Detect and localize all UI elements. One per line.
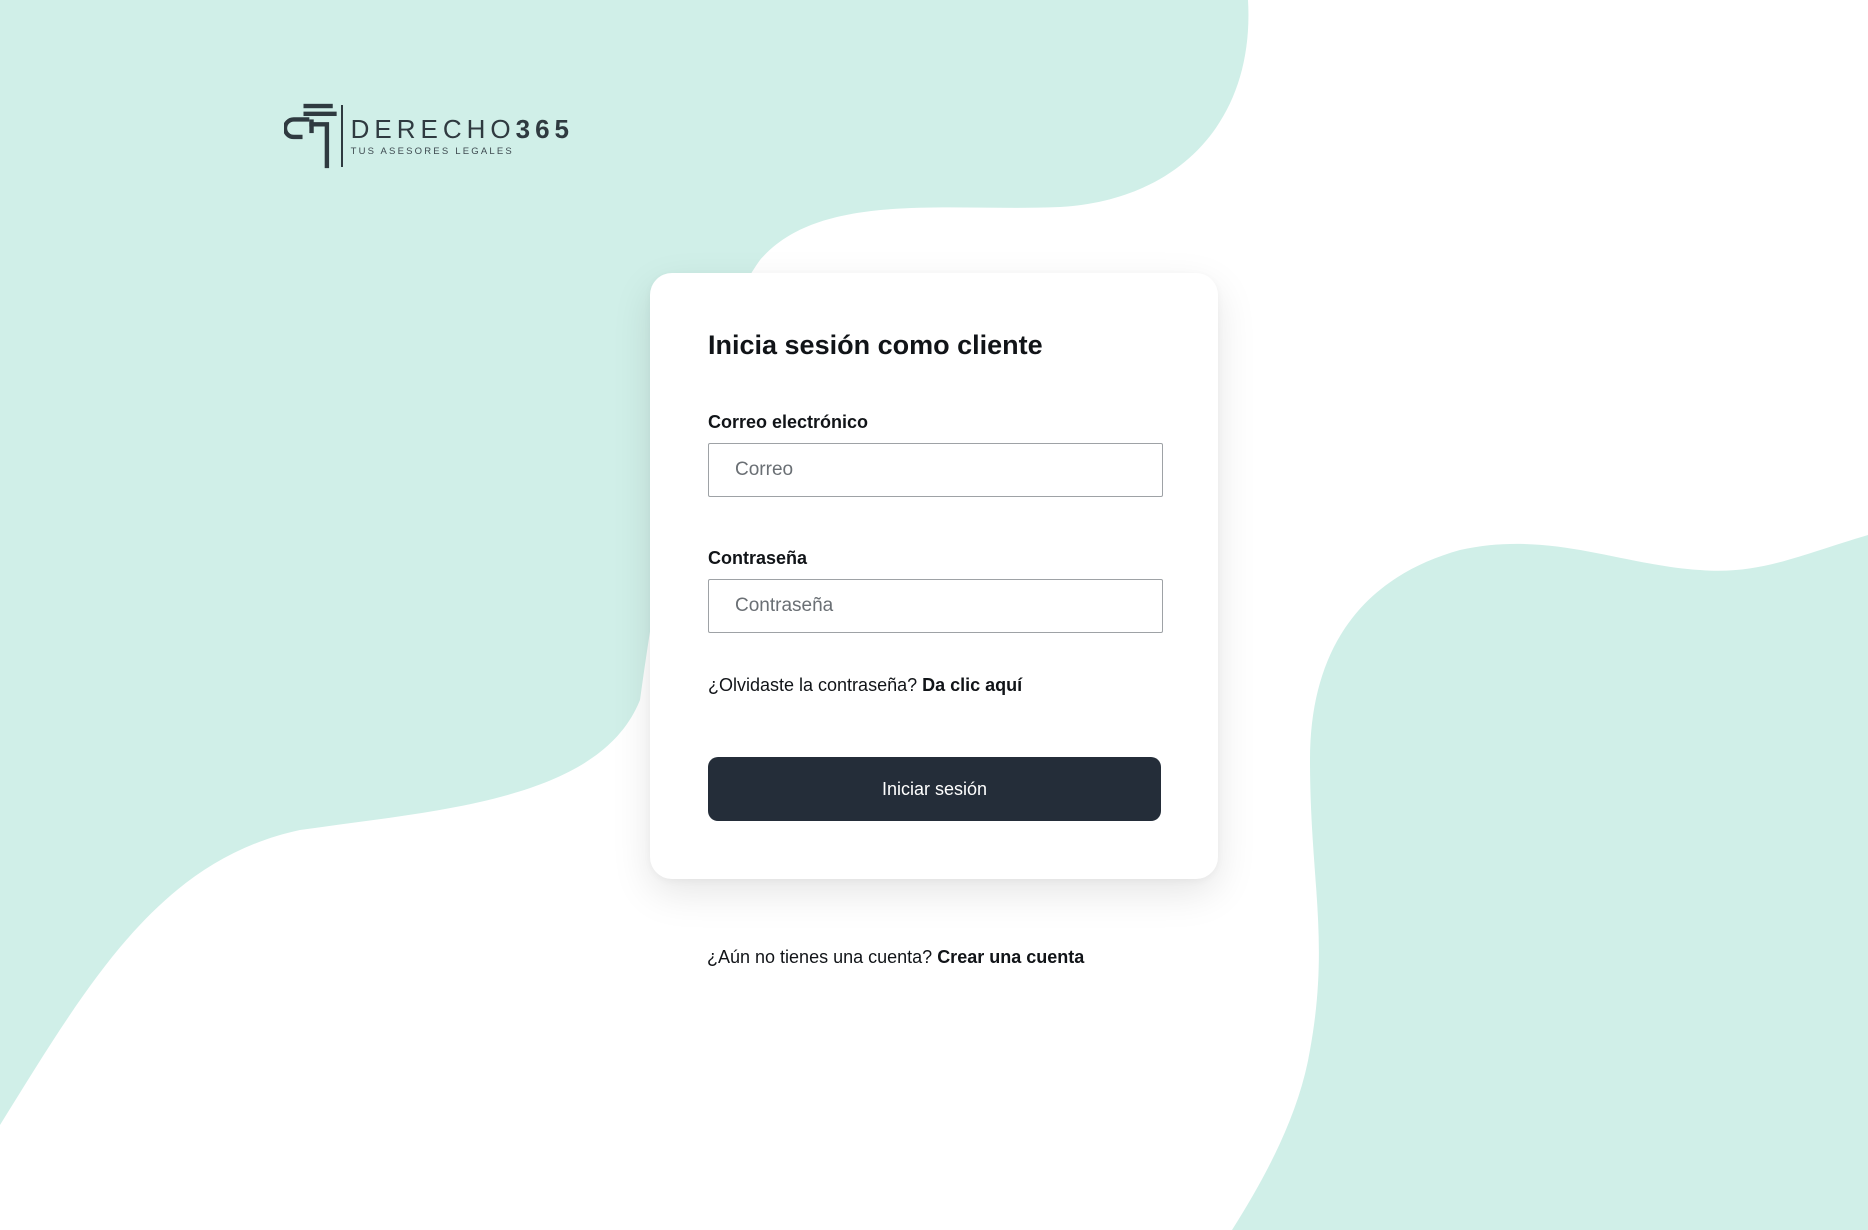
login-card: Inicia sesión como cliente Correo electr… (650, 273, 1218, 879)
create-account-link[interactable]: Crear una cuenta (937, 947, 1084, 967)
brand-tagline: TUS ASESORES LEGALES (350, 146, 514, 157)
signup-text: ¿Aún no tienes una cuenta? (707, 947, 933, 967)
brand-name: DERECHO365 (351, 115, 574, 143)
forgot-password-row: ¿Olvidaste la contraseña? Da clic aquí (708, 673, 1160, 697)
email-label: Correo electrónico (708, 412, 869, 432)
logo-divider (340, 105, 343, 167)
forgot-password-link[interactable]: Da clic aquí (922, 675, 1022, 695)
forgot-password-text: ¿Olvidaste la contraseña? (708, 675, 918, 695)
password-label: Contraseña (708, 548, 808, 568)
brand-name-light: DERECHO (350, 114, 516, 144)
derecho365-logo-icon (284, 103, 337, 169)
email-input[interactable] (708, 443, 1163, 497)
brand-name-bold: 365 (515, 114, 574, 144)
login-button[interactable]: Iniciar sesión (708, 757, 1161, 821)
login-title: Inicia sesión como cliente (708, 330, 1043, 360)
signup-row: ¿Aún no tienes una cuenta? Crear una cue… (707, 944, 1084, 970)
logo-wordmark: DERECHO365 TUS ASESORES LEGALES (351, 115, 574, 157)
bottom-right-blob (1232, 535, 1868, 1230)
password-input[interactable] (708, 579, 1163, 633)
brand-logo: DERECHO365 TUS ASESORES LEGALES (284, 100, 574, 172)
